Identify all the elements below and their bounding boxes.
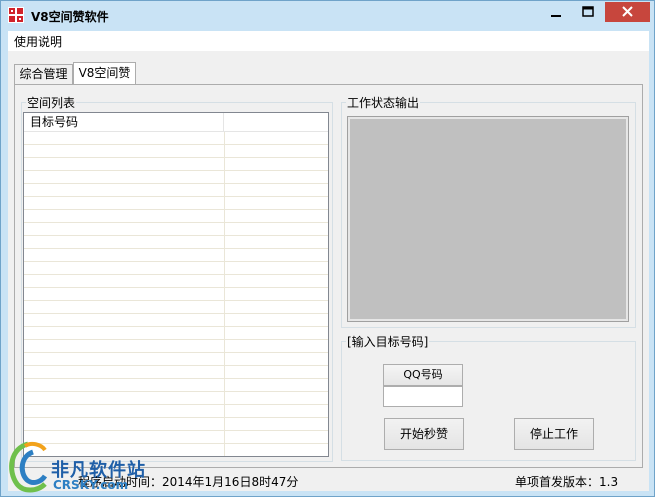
close-icon [622, 6, 633, 17]
list-item[interactable] [24, 288, 328, 301]
tab-general[interactable]: 综合管理 [14, 64, 73, 84]
list-item[interactable] [24, 405, 328, 418]
list-item[interactable] [24, 327, 328, 340]
list-item[interactable] [24, 379, 328, 392]
list-item[interactable] [24, 184, 328, 197]
list-item[interactable] [24, 145, 328, 158]
list-item[interactable] [24, 275, 328, 288]
tab-v8-like[interactable]: V8空间赞 [73, 62, 136, 85]
list-item[interactable] [24, 392, 328, 405]
list-item[interactable] [24, 132, 328, 145]
status-version: 单项首发版本：1.3 [515, 475, 619, 489]
list-item[interactable] [24, 249, 328, 262]
list-item[interactable] [24, 171, 328, 184]
list-item[interactable] [24, 197, 328, 210]
list-item[interactable] [24, 340, 328, 353]
close-button[interactable] [605, 2, 650, 22]
qq-number-input[interactable] [383, 386, 463, 407]
app-window: V8空间赞软件 使用说明 综合管理 V8空间赞 空间列表 目标号码 工作状态输出… [0, 0, 655, 497]
window-title: V8空间赞软件 [31, 10, 109, 24]
status-bar: 程序启动时间：2014年1月16日8时47分 单项首发版本：1.3 [8, 471, 649, 491]
input-target-legend: [输入目标号码] [346, 333, 430, 350]
space-list-legend: 空间列表 [26, 94, 77, 111]
minimize-icon [551, 15, 561, 17]
column-header-target-number[interactable]: 目标号码 [24, 113, 224, 131]
status-start-time: 程序启动时间：2014年1月16日8时47分 [78, 475, 299, 489]
minimize-button[interactable] [541, 2, 571, 22]
list-item[interactable] [24, 210, 328, 223]
column-header-empty[interactable] [224, 113, 328, 131]
list-item[interactable] [24, 431, 328, 444]
output-legend: 工作状态输出 [346, 94, 421, 111]
qq-number-label: QQ号码 [383, 364, 463, 386]
menu-item-help[interactable]: 使用说明 [14, 33, 62, 50]
title-bar[interactable]: V8空间赞软件 [1, 1, 654, 30]
list-item[interactable] [24, 158, 328, 171]
list-item[interactable] [24, 418, 328, 431]
stop-button[interactable]: 停止工作 [514, 418, 594, 450]
list-item[interactable] [24, 236, 328, 249]
list-header: 目标号码 [24, 113, 328, 132]
list-item[interactable] [24, 223, 328, 236]
list-item[interactable] [24, 353, 328, 366]
list-body [24, 132, 328, 456]
start-button[interactable]: 开始秒赞 [384, 418, 464, 450]
status-output-area[interactable] [347, 116, 629, 322]
maximize-icon [582, 6, 594, 17]
list-item[interactable] [24, 301, 328, 314]
list-item[interactable] [24, 262, 328, 275]
client-area: 使用说明 综合管理 V8空间赞 空间列表 目标号码 工作状态输出 [输入目标号码… [8, 31, 649, 491]
space-list-view[interactable]: 目标号码 [23, 112, 329, 457]
menu-bar: 使用说明 [8, 31, 649, 51]
maximize-button[interactable] [573, 2, 603, 22]
list-item[interactable] [24, 444, 328, 456]
app-icon [8, 7, 24, 23]
list-item[interactable] [24, 366, 328, 379]
list-item[interactable] [24, 314, 328, 327]
